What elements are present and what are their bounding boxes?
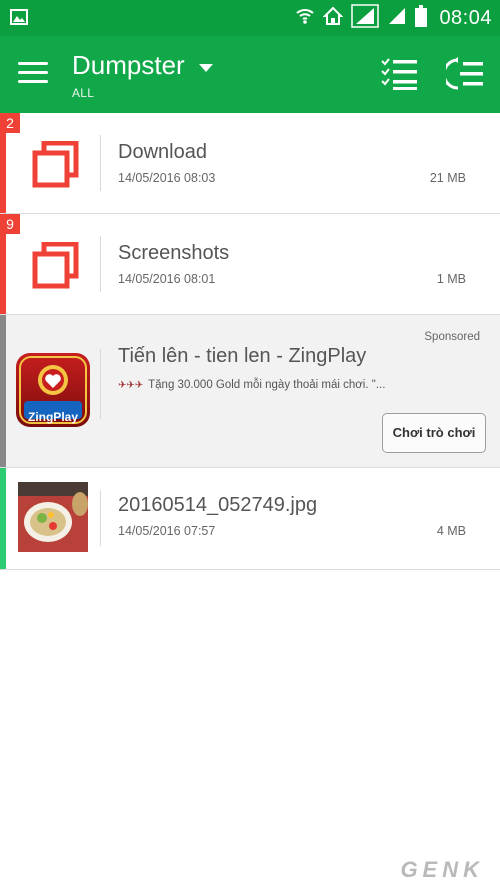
item-size: 4 MB bbox=[436, 524, 466, 538]
folder-stack-icon bbox=[22, 232, 90, 300]
item-date: 14/05/2016 08:01 bbox=[118, 272, 216, 286]
promo-emoji-icon: ✈✈✈ bbox=[118, 380, 144, 391]
watermark-logo: GENK bbox=[400, 857, 484, 882]
filter-dropdown[interactable]: Dumpster ALL bbox=[72, 50, 214, 100]
divider bbox=[100, 349, 101, 419]
caret-down-icon bbox=[199, 63, 214, 72]
wifi-icon bbox=[295, 6, 315, 31]
image-accent-bar bbox=[0, 468, 6, 569]
item-name: Download bbox=[118, 141, 207, 163]
ad-description: ✈✈✈ Tặng 30.000 Gold mỗi ngày thoải mái … bbox=[118, 379, 385, 391]
list-item-file[interactable]: 20160514_052749.jpg 14/05/2016 07:57 4 M… bbox=[0, 468, 500, 570]
hamburger-menu-icon[interactable] bbox=[18, 62, 48, 86]
item-count-badge: 9 bbox=[0, 214, 20, 234]
item-date: 14/05/2016 07:57 bbox=[118, 524, 216, 538]
item-name: Screenshots bbox=[118, 242, 230, 264]
signal-sim2-icon bbox=[387, 6, 407, 31]
play-game-button[interactable]: Chơi trò chơi bbox=[382, 413, 486, 453]
item-count-badge: 2 bbox=[0, 113, 20, 133]
sponsored-ad-item[interactable]: ZingPlay Sponsored Tiến lên - tien len -… bbox=[0, 315, 500, 468]
item-date: 14/05/2016 08:03 bbox=[118, 171, 216, 185]
gallery-notification-icon bbox=[10, 8, 28, 31]
app-root: 08:04 Dumpster ALL 2 Download 14/05/2016… bbox=[0, 0, 500, 889]
filter-subtitle: ALL bbox=[72, 86, 95, 100]
home-network-icon bbox=[323, 6, 344, 31]
deleted-items-list: 2 Download 14/05/2016 08:03 21 MB 9 Scre… bbox=[0, 113, 500, 570]
app-title: Dumpster bbox=[72, 50, 185, 80]
status-time: 08:04 bbox=[439, 6, 492, 29]
ad-description-text: Tặng 30.000 Gold mỗi ngày thoải mái chơi… bbox=[148, 379, 386, 391]
item-size: 1 MB bbox=[436, 272, 466, 286]
ad-title: Tiến lên - tien len - ZingPlay bbox=[118, 345, 367, 367]
app-icon-label: ZingPlay bbox=[27, 410, 78, 424]
zingplay-app-icon: ZingPlay bbox=[16, 353, 90, 427]
divider bbox=[100, 490, 101, 546]
item-name: 20160514_052749.jpg bbox=[118, 494, 318, 516]
list-item-folder[interactable]: 2 Download 14/05/2016 08:03 21 MB bbox=[0, 113, 500, 214]
sort-icon[interactable] bbox=[442, 56, 486, 92]
battery-icon bbox=[415, 4, 428, 32]
sponsored-label: Sponsored bbox=[424, 331, 480, 343]
image-thumbnail bbox=[18, 482, 88, 552]
divider bbox=[100, 236, 101, 292]
select-list-icon[interactable] bbox=[380, 56, 420, 92]
folder-stack-icon bbox=[22, 131, 90, 199]
signal-sim1-icon bbox=[351, 3, 380, 33]
status-bar: 08:04 bbox=[0, 0, 500, 36]
item-size: 21 MB bbox=[429, 171, 466, 185]
list-item-folder[interactable]: 9 Screenshots 14/05/2016 08:01 1 MB bbox=[0, 214, 500, 315]
app-bar: Dumpster ALL bbox=[0, 36, 500, 113]
divider bbox=[100, 135, 101, 191]
status-icons: 08:04 bbox=[295, 3, 492, 33]
ad-accent-bar bbox=[0, 315, 6, 467]
